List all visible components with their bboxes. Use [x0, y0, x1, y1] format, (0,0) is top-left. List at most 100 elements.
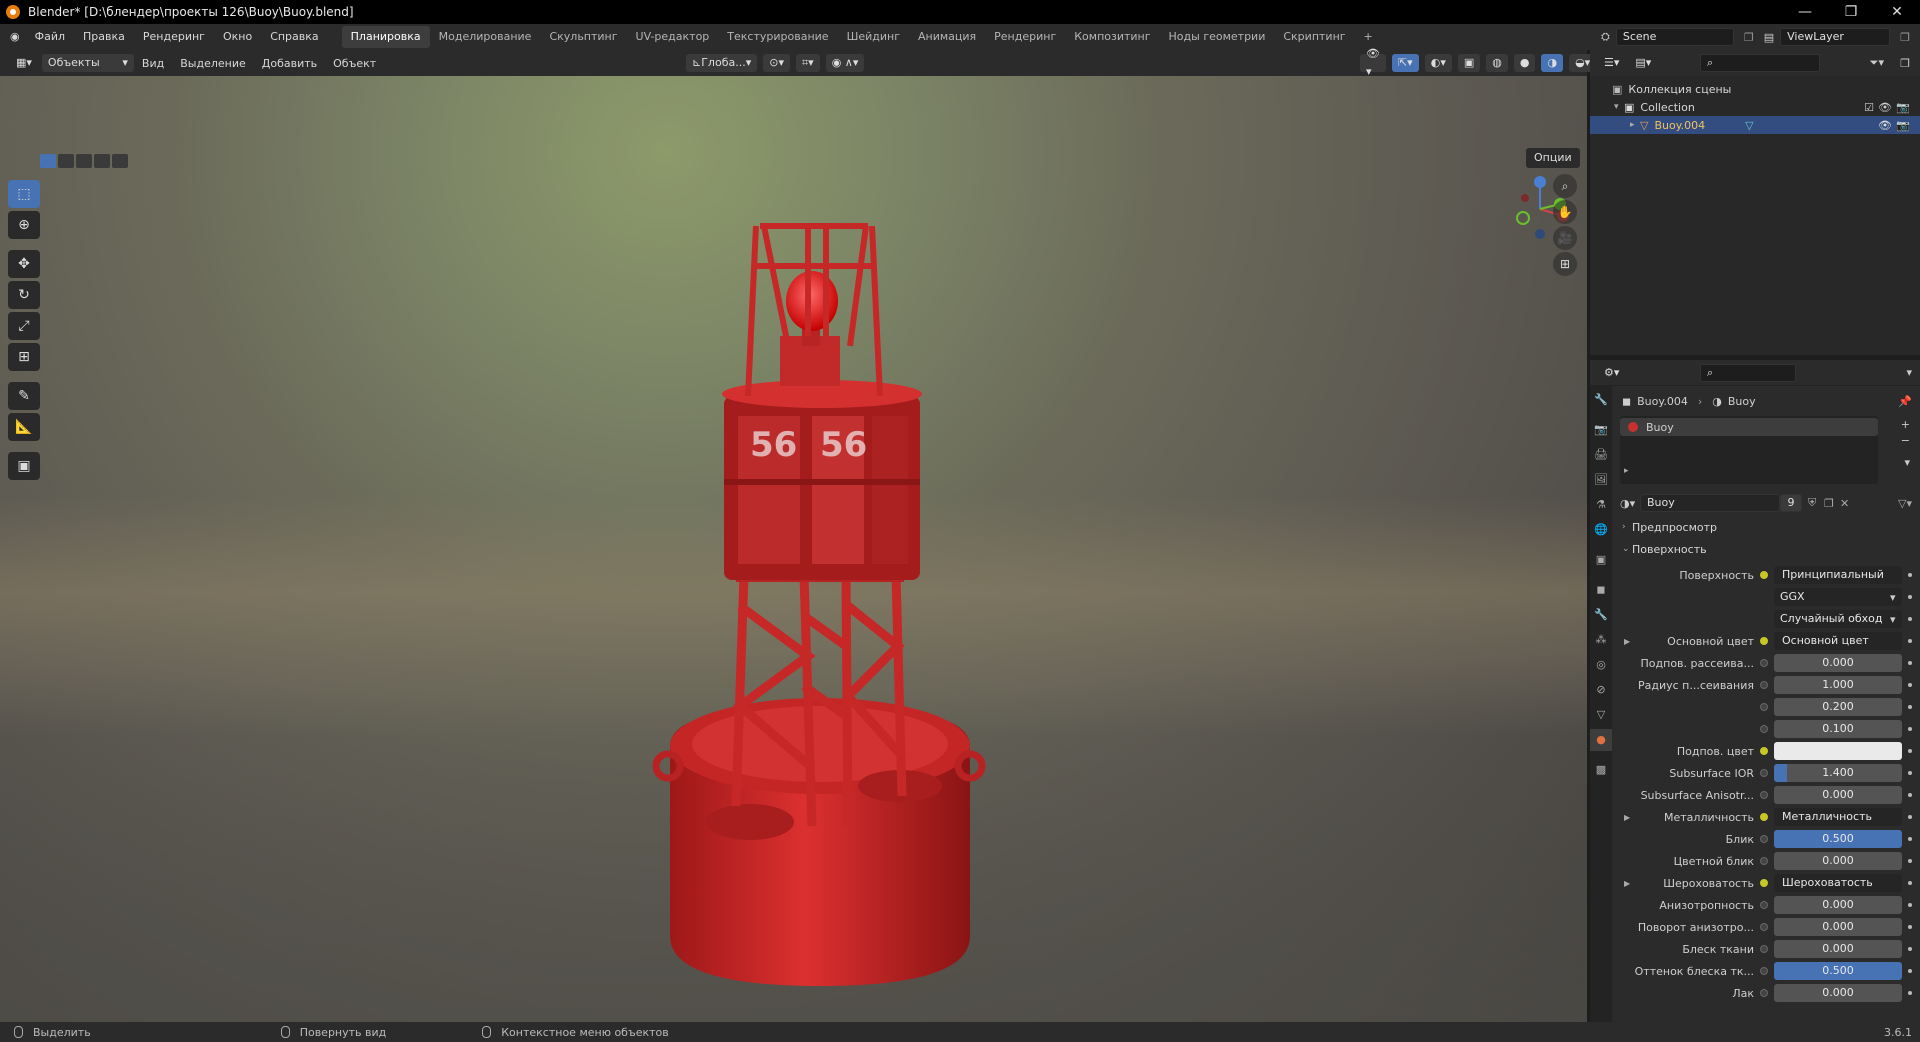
close-button[interactable]: ✕: [1874, 0, 1920, 24]
ortho-grid-icon[interactable]: ⊞: [1553, 252, 1577, 276]
keyframe-dot-icon[interactable]: [1908, 683, 1912, 687]
socket-link-icon[interactable]: [1760, 835, 1768, 843]
expand-input-icon[interactable]: ▶: [1624, 879, 1630, 888]
keyframe-dot-icon[interactable]: [1908, 859, 1912, 863]
expand-input-icon[interactable]: ▶: [1624, 637, 1630, 646]
socket-link-icon[interactable]: [1760, 923, 1768, 931]
keyframe-dot-icon[interactable]: [1908, 991, 1912, 995]
tab-scripting[interactable]: Скриптинг: [1274, 26, 1354, 48]
tab-layout[interactable]: Планировка: [341, 26, 430, 48]
socket-link-icon[interactable]: [1760, 571, 1768, 579]
section-surface[interactable]: ⌄ Поверхность: [1616, 538, 1916, 560]
property-value-field[interactable]: 0.000: [1774, 786, 1902, 804]
property-value-field[interactable]: 0.000: [1774, 984, 1902, 1002]
view-layer-selector[interactable]: ViewLayer: [1780, 28, 1891, 46]
keyframe-dot-icon[interactable]: [1908, 969, 1912, 973]
property-value-field[interactable]: 0.100: [1774, 720, 1902, 738]
socket-link-icon[interactable]: [1760, 659, 1768, 667]
property-dropdown[interactable]: Случайный обход: [1774, 610, 1902, 628]
fake-user-shield-icon[interactable]: ⛨: [1808, 496, 1816, 510]
keyframe-dot-icon[interactable]: [1908, 771, 1912, 775]
property-value-field[interactable]: 0.000: [1774, 654, 1902, 672]
tab-animation[interactable]: Анимация: [909, 26, 985, 48]
properties-editor-type-icon[interactable]: ⚙▾: [1598, 364, 1625, 382]
snap-button[interactable]: ⌗▾: [795, 54, 820, 72]
property-node-field[interactable]: Основной цвет: [1774, 632, 1902, 650]
add-slot-icon[interactable]: +: [1901, 418, 1910, 431]
outliner-row-collection[interactable]: ▾ ▣ Collection ☑ 👁 📷: [1590, 98, 1920, 116]
new-scene-icon[interactable]: ❐: [1744, 31, 1754, 44]
keyframe-dot-icon[interactable]: [1908, 947, 1912, 951]
socket-link-icon[interactable]: [1760, 725, 1768, 733]
camera-view-icon[interactable]: 🎥: [1553, 226, 1577, 250]
socket-link-icon[interactable]: [1760, 879, 1768, 887]
pivot-point-button[interactable]: ⊙▾: [763, 54, 790, 72]
property-value-field[interactable]: 0.000: [1774, 940, 1902, 958]
render-tab-icon[interactable]: 📷: [1590, 419, 1612, 441]
remove-slot-icon[interactable]: −: [1901, 434, 1910, 447]
annotate-tool-icon[interactable]: ✎: [8, 382, 40, 410]
menu-add[interactable]: Добавить: [254, 57, 325, 70]
physics-tab-icon[interactable]: ◎: [1590, 654, 1612, 676]
tab-geometry-nodes[interactable]: Ноды геометрии: [1160, 26, 1275, 48]
gizmo-z-axis-icon[interactable]: [1534, 176, 1546, 188]
mesh-data-icon[interactable]: ▽: [1745, 119, 1753, 132]
pin-icon[interactable]: 📌: [1898, 395, 1912, 408]
keyframe-dot-icon[interactable]: [1908, 793, 1912, 797]
new-view-layer-icon[interactable]: ❐: [1900, 31, 1910, 44]
outliner-editor-type-icon[interactable]: ☰▾: [1598, 54, 1625, 72]
view-layer-tab-icon[interactable]: 🖼: [1590, 469, 1612, 491]
menu-view[interactable]: Вид: [134, 57, 172, 70]
tab-rendering[interactable]: Рендеринг: [985, 26, 1065, 48]
menu-window[interactable]: Окно: [214, 24, 261, 50]
tab-modeling[interactable]: Моделирование: [430, 26, 541, 48]
keyframe-dot-icon[interactable]: [1908, 903, 1912, 907]
socket-link-icon[interactable]: [1760, 703, 1768, 711]
socket-link-icon[interactable]: [1760, 989, 1768, 997]
select-intersect-icon[interactable]: [112, 154, 128, 168]
buoy-model[interactable]: 56 56: [640, 166, 1000, 986]
property-dropdown[interactable]: GGX: [1774, 588, 1902, 606]
expand-chevron-icon[interactable]: ▸: [1630, 120, 1640, 130]
select-subtract-icon[interactable]: [76, 154, 92, 168]
keyframe-dot-icon[interactable]: [1908, 925, 1912, 929]
render-camera-icon[interactable]: 📷: [1896, 101, 1910, 114]
keyframe-dot-icon[interactable]: [1908, 881, 1912, 885]
menu-select[interactable]: Выделение: [172, 57, 254, 70]
transform-tool-icon[interactable]: ⊞: [8, 343, 40, 371]
outliner-row-buoy[interactable]: ▸ ▽ Buoy.004 ▽ 👁 📷: [1590, 116, 1920, 134]
property-value-field[interactable]: 0.000: [1774, 852, 1902, 870]
keyframe-dot-icon[interactable]: [1908, 749, 1912, 753]
shading-material-icon[interactable]: ◑: [1541, 54, 1564, 72]
zoom-icon[interactable]: ⌕: [1553, 174, 1577, 198]
property-node-field[interactable]: Металличность: [1774, 808, 1902, 826]
tab-uv-editing[interactable]: UV-редактор: [627, 26, 719, 48]
object-tab-icon[interactable]: ◼: [1590, 579, 1612, 601]
duplicate-material-icon[interactable]: ❐: [1824, 497, 1834, 510]
data-tab-icon[interactable]: ▽: [1590, 704, 1612, 726]
cursor-tool-icon[interactable]: ⊕: [8, 211, 40, 239]
material-browse-icon[interactable]: ◑▾: [1620, 497, 1635, 510]
proportional-edit-button[interactable]: ◉ ∧▾: [825, 54, 865, 72]
exclude-checkbox-icon[interactable]: ☑: [1864, 101, 1874, 114]
material-name-field[interactable]: Buoy: [1640, 494, 1780, 512]
socket-link-icon[interactable]: [1760, 813, 1768, 821]
chevron-down-icon[interactable]: ▾: [1906, 366, 1912, 379]
socket-link-icon[interactable]: [1760, 747, 1768, 755]
constraints-tab-icon[interactable]: ⊘: [1590, 679, 1612, 701]
particles-tab-icon[interactable]: ⁂: [1590, 629, 1612, 651]
shading-solid-icon[interactable]: ●: [1513, 54, 1536, 72]
mode-selector[interactable]: Объекты ▾: [41, 54, 134, 72]
properties-search-input[interactable]: ⌕: [1700, 363, 1796, 382]
collection-tab-icon[interactable]: ▣: [1590, 549, 1612, 571]
options-button[interactable]: Опции: [1526, 148, 1580, 168]
select-box-tool-icon[interactable]: ⬚: [8, 180, 40, 208]
tab-compositing[interactable]: Композитинг: [1065, 26, 1159, 48]
visibility-eye-icon[interactable]: 👁: [1878, 119, 1892, 132]
property-value-field[interactable]: 0.500: [1774, 962, 1902, 980]
keyframe-dot-icon[interactable]: [1908, 595, 1912, 599]
material-tab-icon[interactable]: ●: [1590, 729, 1612, 751]
keyframe-dot-icon[interactable]: [1908, 617, 1912, 621]
socket-link-icon[interactable]: [1760, 791, 1768, 799]
socket-link-icon[interactable]: [1760, 769, 1768, 777]
